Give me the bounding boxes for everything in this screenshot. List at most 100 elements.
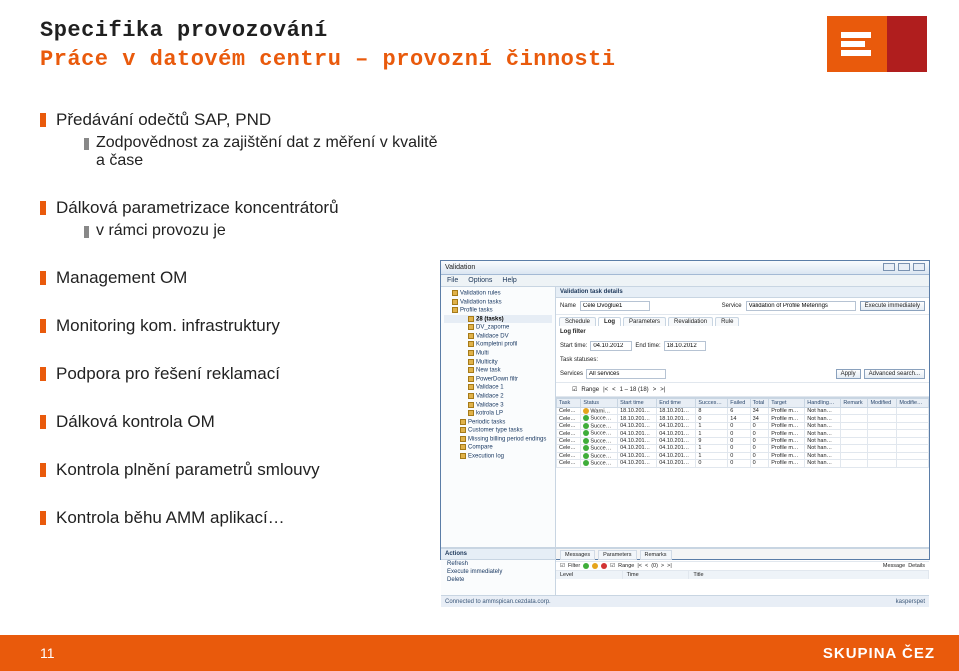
tree-item[interactable]: PowerDown filtr	[444, 375, 552, 384]
table-row[interactable]: Cele…Succe…04.10.201…04.10.201…900Profil…	[557, 437, 929, 444]
folder-icon	[460, 419, 466, 425]
status-dot-icon	[583, 415, 589, 421]
window-min-icon[interactable]	[883, 263, 895, 271]
footer-brand: SKUPINA ČEZ	[823, 645, 935, 662]
tree-item[interactable]: DV_zaporne	[444, 323, 552, 332]
bullet-l2: Zodpovědnost za zajištění dat z měření v…	[68, 134, 440, 170]
msg-range-last-icon[interactable]: >|	[667, 563, 672, 569]
range-next-icon[interactable]: >	[653, 387, 657, 393]
tab-parameters[interactable]: Parameters	[623, 317, 666, 326]
msg-dot-err-icon[interactable]	[601, 563, 607, 569]
tab-revalidation[interactable]: Revalidation	[668, 317, 713, 326]
msg-range-check[interactable]: ☑	[610, 563, 615, 569]
tree-item[interactable]: Validation rules	[444, 289, 552, 298]
grid-header[interactable]: Handling…	[805, 399, 841, 408]
range-first-icon[interactable]: |<	[603, 387, 608, 393]
tree-item[interactable]: New task	[444, 366, 552, 375]
grid-header[interactable]: Modified	[868, 399, 897, 408]
grid-header[interactable]: Modifie…	[897, 399, 929, 408]
menubar[interactable]: File Options Help	[441, 275, 929, 287]
range-check[interactable]: ☑	[572, 386, 577, 393]
menu-options[interactable]: Options	[468, 277, 492, 284]
tree-item[interactable]: Profile tasks	[444, 306, 552, 315]
tree-item[interactable]: kotrola LP	[444, 409, 552, 418]
details-button[interactable]: Details	[908, 563, 925, 569]
tree-item[interactable]: Execution log	[444, 452, 552, 461]
action-refresh[interactable]: Refresh	[441, 560, 555, 568]
folder-icon	[468, 393, 474, 399]
tree-item[interactable]: Validace 2	[444, 392, 552, 401]
msg-tab-remarks[interactable]: Remarks	[640, 550, 672, 560]
tree-item[interactable]: Multi	[444, 349, 552, 358]
tree-item[interactable]: Periodic tasks	[444, 418, 552, 427]
table-row[interactable]: Cele…Succe…04.10.201…04.10.201…100Profil…	[557, 445, 929, 452]
grid-header[interactable]: Start time	[618, 399, 657, 408]
advanced-search-button[interactable]: Advanced search...	[864, 369, 925, 379]
window-max-icon[interactable]	[898, 263, 910, 271]
msg-range-next-icon[interactable]: >	[661, 563, 664, 569]
starttime-field[interactable]	[590, 341, 632, 351]
table-row[interactable]: Cele…Succe…18.10.201…18.10.201…01434Prof…	[557, 415, 929, 422]
msg-dot-warn-icon[interactable]	[592, 563, 598, 569]
grid-header[interactable]: End time	[657, 399, 696, 408]
sidebar-tree[interactable]: Validation rulesValidation tasksProfile …	[441, 287, 556, 547]
tree-item[interactable]: Validace 3	[444, 401, 552, 410]
table-row[interactable]: Cele…Succe…04.10.201…04.10.201…000Profil…	[557, 460, 929, 467]
window-titlebar[interactable]: Validation	[441, 261, 929, 275]
grid-header[interactable]: Target	[769, 399, 805, 408]
bullet-l1: Předávání odečtů SAP, PND	[40, 110, 440, 130]
grid-header[interactable]: Total	[750, 399, 769, 408]
execute-button[interactable]: Execute immediately	[860, 301, 925, 311]
grid-header[interactable]: Failed	[728, 399, 750, 408]
msg-tab-messages[interactable]: Messages	[560, 550, 595, 560]
msg-range-first-icon[interactable]: |<	[637, 563, 642, 569]
window-close-icon[interactable]	[913, 263, 925, 271]
msg-range-prev-icon[interactable]: <	[645, 563, 648, 569]
menu-help[interactable]: Help	[502, 277, 516, 284]
table-row[interactable]: Cele…Succe…04.10.201…04.10.201…100Profil…	[557, 430, 929, 437]
folder-icon	[468, 367, 474, 373]
tree-item[interactable]: Missing billing period endings	[444, 435, 552, 444]
log-grid[interactable]: TaskStatusStart timeEnd timeSucces…Faile…	[556, 397, 929, 547]
msg-filter-check[interactable]: ☑	[560, 563, 565, 569]
folder-icon	[468, 350, 474, 356]
action-delete[interactable]: Delete	[441, 576, 555, 584]
page-number: 11	[40, 645, 55, 661]
endtime-field[interactable]	[664, 341, 706, 351]
folder-icon	[468, 410, 474, 416]
tree-item[interactable]: Validation tasks	[444, 298, 552, 307]
tree-item[interactable]: Compare	[444, 443, 552, 452]
tab-log[interactable]: Log	[598, 317, 621, 326]
table-row[interactable]: Cele…Succe…04.10.201…04.10.201…100Profil…	[557, 452, 929, 459]
grid-header[interactable]: Succes…	[696, 399, 728, 408]
services-field[interactable]	[586, 369, 666, 379]
tree-item[interactable]: 28 (tasks)	[444, 315, 552, 324]
msg-col-title: Title	[689, 571, 929, 579]
service-field[interactable]	[746, 301, 856, 311]
range-last-icon[interactable]: >|	[660, 387, 665, 393]
grid-header[interactable]: Status	[581, 399, 618, 408]
apply-button[interactable]: Apply	[836, 369, 861, 379]
msg-dot-ok-icon[interactable]	[583, 563, 589, 569]
log-filter-label: Log filter	[560, 329, 586, 335]
tree-item[interactable]: Multicity	[444, 358, 552, 367]
tab-schedule[interactable]: Schedule	[559, 317, 596, 326]
tree-item[interactable]: Customer type tasks	[444, 426, 552, 435]
grid-header[interactable]: Remark	[841, 399, 868, 408]
grid-header[interactable]: Task	[557, 399, 581, 408]
table-row[interactable]: Cele…Warni…18.10.201…18.10.201…8634Profi…	[557, 408, 929, 415]
tree-item[interactable]: Kompletni profil	[444, 340, 552, 349]
tree-item[interactable]: Validace 1	[444, 383, 552, 392]
menu-file[interactable]: File	[447, 277, 458, 284]
status-dot-icon	[583, 423, 589, 429]
name-field[interactable]	[580, 301, 650, 311]
status-user: kasperspet	[896, 599, 925, 605]
range-prev-icon[interactable]: <	[612, 387, 616, 393]
starttime-label: Start time:	[560, 343, 587, 349]
tab-rule[interactable]: Rule	[715, 317, 739, 326]
tree-item[interactable]: Validace DV	[444, 332, 552, 341]
msg-tab-parameters[interactable]: Parameters	[598, 550, 636, 560]
table-row[interactable]: Cele…Succe…04.10.201…04.10.201…100Profil…	[557, 422, 929, 429]
action-execute[interactable]: Execute immediately	[441, 568, 555, 576]
folder-icon	[468, 333, 474, 339]
